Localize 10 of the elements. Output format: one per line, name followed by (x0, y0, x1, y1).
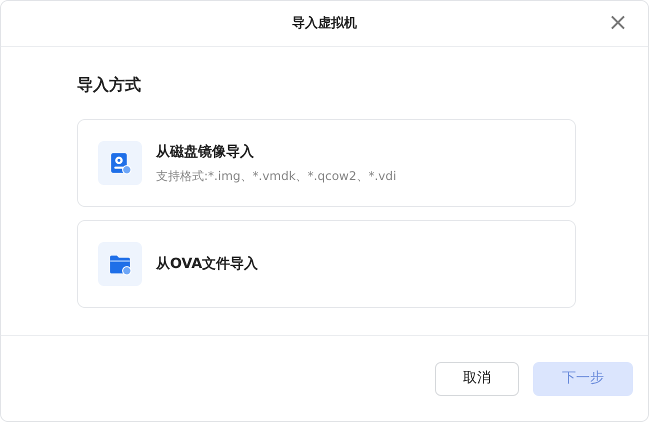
option-description: 支持格式:*.img、*.vmdk、*.qcow2、*.vdi (156, 168, 396, 184)
dialog-title: 导入虚拟机 (292, 14, 357, 33)
disk-icon (108, 151, 132, 175)
import-option-card[interactable]: 从OVA文件导入 (77, 220, 576, 308)
close-button[interactable]: × (604, 10, 632, 34)
import-option-card[interactable]: 从磁盘镜像导入 支持格式:*.img、*.vmdk、*.qcow2、*.vdi (77, 119, 576, 207)
option-title: 从磁盘镜像导入 (156, 142, 255, 162)
section-title: 导入方式 (77, 74, 142, 96)
option-title: 从OVA文件导入 (156, 254, 258, 274)
cancel-button[interactable]: 取消 (435, 362, 519, 396)
